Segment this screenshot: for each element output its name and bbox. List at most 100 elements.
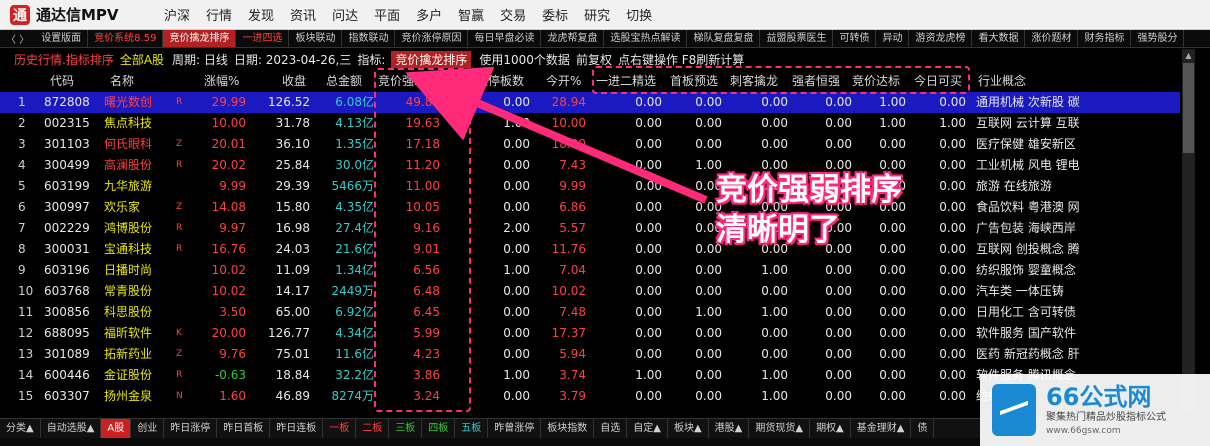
column-header-c2[interactable]: 首板预选 xyxy=(670,70,718,92)
bottom-tab[interactable]: 昨日涨停 xyxy=(164,419,218,438)
indicator-tag[interactable]: 竞价擒龙排序 xyxy=(391,50,472,68)
column-header-amount[interactable]: 总金额 xyxy=(326,70,362,92)
column-header-chg[interactable]: 涨幅% xyxy=(204,70,239,92)
column-header-close[interactable]: 收盘 xyxy=(282,70,306,92)
toolbar-button[interactable]: 每日早盘必读 xyxy=(468,30,542,47)
bottom-tab[interactable]: 自选 xyxy=(594,419,628,438)
menu-item[interactable]: 发现 xyxy=(240,5,282,24)
bottom-tab[interactable]: 板块▲ xyxy=(668,419,709,438)
bottom-tab[interactable]: 债 xyxy=(911,419,935,438)
toolbar-button[interactable]: 板块联动 xyxy=(289,30,343,47)
column-header-open[interactable]: 今开% xyxy=(546,70,581,92)
cell-name: 金证股份 xyxy=(104,368,153,382)
toolbar-button[interactable]: 财务指标 xyxy=(1078,30,1132,47)
table-row[interactable]: 4 300499 高澜股份 R 20.02 25.84 30.0亿 11.20 0.00 7.43… xyxy=(0,155,1180,176)
scroll-thumb[interactable] xyxy=(1183,63,1194,153)
toolbar-button[interactable]: 选股宝热点解读 xyxy=(604,30,688,47)
bottom-tab[interactable]: 分类▲ xyxy=(0,419,41,438)
column-header-c6[interactable]: 今日可买 xyxy=(914,70,962,92)
vertical-scrollbar[interactable]: ▲ xyxy=(1182,49,1195,410)
toolbar-button[interactable]: 梯队复盘复盘 xyxy=(687,30,761,47)
menu-item[interactable]: 平面 xyxy=(366,5,408,24)
column-header-name[interactable]: 名称 xyxy=(110,70,134,92)
table-row[interactable]: 10 603768 常青股份 10.02 14.17 2449万 6.48 0.00 10.02… xyxy=(0,281,1180,302)
bottom-tab[interactable]: 二板 xyxy=(356,419,390,438)
menu-item[interactable]: 研究 xyxy=(576,5,618,24)
menu-item[interactable]: 资讯 xyxy=(282,5,324,24)
cell-ylimit: 1.00 xyxy=(503,263,530,277)
column-header-concept[interactable]: 行业概念 xyxy=(978,70,1026,92)
bottom-tab[interactable]: 自定▲ xyxy=(627,419,668,438)
table-row[interactable]: 2 002315 焦点科技 10.00 31.78 4.13亿 19.63 1.00 10.00… xyxy=(0,113,1180,134)
bottom-tab[interactable]: 昨日连板 xyxy=(270,419,324,438)
bottom-tab[interactable]: 自动选股▲ xyxy=(41,419,102,438)
bottom-tab[interactable]: 昨日首板 xyxy=(217,419,271,438)
toolbar-button[interactable]: 涨价题材 xyxy=(1025,30,1079,47)
cell-amount: 6.08亿 xyxy=(335,95,374,109)
column-header-code[interactable]: 代码 xyxy=(50,70,74,92)
menu-item[interactable]: 问达 xyxy=(324,5,366,24)
cell-c5: 0.00 xyxy=(879,326,906,340)
cell-name: 科思股份 xyxy=(104,305,153,319)
column-header-ylimit[interactable]: 昨日涨停板数 xyxy=(452,70,524,92)
column-header-c4[interactable]: 强者恒强 xyxy=(792,70,840,92)
cell-c3: 1.00 xyxy=(761,368,788,382)
toolbar-button[interactable]: 设置版面 xyxy=(35,30,89,47)
table-row[interactable]: 7 002229 鸿博股份 R 9.97 16.98 27.4亿 9.16 2.00 5.57 0.… xyxy=(0,218,1180,239)
column-header-c1[interactable]: 一进二精选 xyxy=(596,70,656,92)
cell-strength: 17.18 xyxy=(405,137,440,151)
cell-mk: R xyxy=(176,370,183,380)
scroll-up-icon[interactable]: ▲ xyxy=(1182,49,1195,62)
toolbar-button[interactable]: 可转债 xyxy=(833,30,877,47)
toolbar-button[interactable]: 竞价系统8.59 xyxy=(88,30,164,47)
table-row[interactable]: 3 301103 何氏眼科 Z 20.01 36.10 1.35亿 17.18 0.00 18.0… xyxy=(0,134,1180,155)
bottom-tab[interactable]: 基金理财▲ xyxy=(851,419,912,438)
menu-item[interactable]: 智赢 xyxy=(450,5,492,24)
menu-item[interactable]: 交易 xyxy=(492,5,534,24)
bottom-tab[interactable]: 四板 xyxy=(422,419,456,438)
toolbar-button[interactable]: 竞价涨停原因 xyxy=(395,30,469,47)
bottom-tab[interactable]: 期权▲ xyxy=(810,419,851,438)
toolbar-button[interactable]: 异动 xyxy=(876,30,910,47)
toolbar-button[interactable]: 一进四选 xyxy=(236,30,290,47)
cell-concept: 软件服务 国产软件 xyxy=(976,326,1076,340)
cell-c5: 1.00 xyxy=(879,116,906,130)
menu-item[interactable]: 委标 xyxy=(534,5,576,24)
table-row[interactable]: 5 603199 九华旅游 9.99 29.39 5466万 11.00 0.00 9.99 0.… xyxy=(0,176,1180,197)
history-label[interactable]: 历史行情.指标排序 xyxy=(14,51,114,68)
cell-idx: 2 xyxy=(18,116,26,130)
toolbar-button[interactable]: 指数联动 xyxy=(342,30,396,47)
table-row[interactable]: 12 688095 福昕软件 K 20.00 126.77 4.34亿 5.99 0.00 17.… xyxy=(0,323,1180,344)
cell-code: 301089 xyxy=(44,347,90,361)
table-row[interactable]: 13 301089 拓新药业 Z 9.76 75.01 11.6亿 4.23 0.00 5.94 0… xyxy=(0,344,1180,365)
bottom-tab[interactable]: 期货现货▲ xyxy=(749,419,811,438)
table-row[interactable]: 9 603196 日播时尚 10.02 11.09 1.34亿 6.56 1.00 7.04 0.… xyxy=(0,260,1180,281)
bottom-tab[interactable]: 昨曾涨停 xyxy=(488,419,542,438)
table-row[interactable]: 1 872808 曙光数创 R 29.99 126.52 6.08亿 49.85 0.00 28.… xyxy=(0,92,1180,113)
menu-item[interactable]: 多户 xyxy=(408,5,450,24)
bottom-tab[interactable]: 五板 xyxy=(455,419,489,438)
column-header-c3[interactable]: 刺客擒龙 xyxy=(730,70,778,92)
toolbar-button[interactable]: 强势股分 xyxy=(1131,30,1185,47)
toolbar-button[interactable]: 益盟股票医生 xyxy=(760,30,834,47)
bottom-tab[interactable]: A股 xyxy=(101,419,132,438)
bottom-tab[interactable]: 创业 xyxy=(131,419,165,438)
toolbar-button[interactable]: 龙虎帮复盘 xyxy=(541,30,605,47)
column-header-c5[interactable]: 竞价达标 xyxy=(852,70,900,92)
toolbar-button[interactable]: 游资龙虎榜 xyxy=(909,30,973,47)
scope-label[interactable]: 全部A股 xyxy=(120,51,164,68)
column-header-strength[interactable]: 竞价强弱↓ xyxy=(378,70,436,92)
bottom-tab[interactable]: 港股▲ xyxy=(709,419,750,438)
menu-item[interactable]: 沪深 xyxy=(156,5,198,24)
bottom-tab[interactable]: 一板 xyxy=(323,419,357,438)
nav-arrows-icon[interactable]: 〈 〉 xyxy=(0,31,35,46)
table-row[interactable]: 11 300856 科思股份 3.50 65.00 6.92亿 6.45 0.00 7.48 0.… xyxy=(0,302,1180,323)
bottom-tab[interactable]: 板块指数 xyxy=(541,419,595,438)
bottom-tab[interactable]: 三板 xyxy=(389,419,423,438)
table-row[interactable]: 6 300997 欢乐家 Z 14.08 15.80 4.35亿 10.05 0.00 6.86 0… xyxy=(0,197,1180,218)
menu-item[interactable]: 行情 xyxy=(198,5,240,24)
toolbar-button[interactable]: 看大数据 xyxy=(972,30,1026,47)
toolbar-button[interactable]: 竞价擒龙排序 xyxy=(163,30,237,47)
table-row[interactable]: 8 300031 宝通科技 R 16.76 24.03 21.6亿 9.01 0.00 11.76… xyxy=(0,239,1180,260)
menu-item[interactable]: 切换 xyxy=(618,5,660,24)
